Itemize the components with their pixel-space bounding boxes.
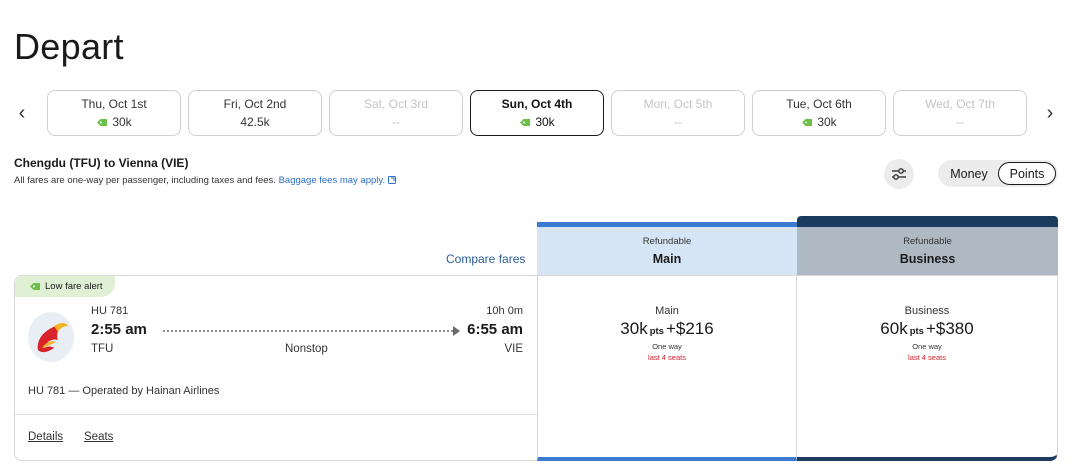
date-card-oct-6[interactable]: Tue, Oct 6th 30k xyxy=(752,90,886,136)
date-price: -- xyxy=(956,115,964,129)
seats-left: last 4 seats xyxy=(648,353,686,362)
details-link[interactable]: Details xyxy=(28,431,63,443)
operated-by: HU 781 — Operated by Hainan Airlines xyxy=(28,385,220,397)
seats-link[interactable]: Seats xyxy=(84,431,113,443)
currency-toggle: Money Points xyxy=(938,160,1058,187)
route-note: All fares are one-way per passenger, inc… xyxy=(14,175,397,186)
fare-name: Business xyxy=(904,305,950,317)
price-tag-icon xyxy=(97,118,108,126)
date-label: Wed, Oct 7th xyxy=(925,97,995,111)
fare-oneway: One way xyxy=(912,342,942,351)
fare-name: Main xyxy=(655,305,679,317)
fare-points: 30k xyxy=(620,319,648,338)
sliders-icon xyxy=(892,168,906,180)
points-option[interactable]: Points xyxy=(998,162,1056,185)
divider xyxy=(15,414,537,415)
date-card-oct-1[interactable]: Thu, Oct 1st 30k xyxy=(47,90,181,136)
arrival-time: 6:55 am xyxy=(467,321,523,338)
date-label: Tue, Oct 6th xyxy=(786,97,852,111)
baggage-fees-link[interactable]: Baggage fees may apply. xyxy=(279,175,398,186)
date-card-oct-7: Wed, Oct 7th -- xyxy=(893,90,1027,136)
business-header-name: Business xyxy=(899,252,956,266)
date-card-oct-4[interactable]: Sun, Oct 4th 30k xyxy=(470,90,604,136)
money-option[interactable]: Money xyxy=(940,162,998,185)
departure-airport: TFU xyxy=(91,343,114,355)
date-label: Sun, Oct 4th xyxy=(501,97,573,111)
points-unit: pts xyxy=(649,326,664,337)
date-price: 30k xyxy=(112,115,132,129)
date-card-oct-5: Mon, Oct 5th -- xyxy=(611,90,745,136)
flight-duration: 10h 0m xyxy=(486,305,523,317)
plus-sign: + xyxy=(925,319,936,338)
date-price: -- xyxy=(392,115,400,129)
date-label: Mon, Oct 5th xyxy=(643,97,713,111)
fare-cash: $216 xyxy=(675,319,714,338)
fare-cash: $380 xyxy=(935,319,974,338)
date-label: Sat, Oct 3rd xyxy=(363,97,429,111)
price-tag-icon xyxy=(30,283,40,290)
main-column-header: Refundable Main xyxy=(537,222,797,275)
external-link-icon xyxy=(388,176,397,184)
low-fare-alert-badge: Low fare alert xyxy=(15,276,115,297)
main-header-name: Main xyxy=(652,252,682,266)
airline-logo xyxy=(28,312,74,362)
business-column-header: Refundable Business xyxy=(797,216,1058,275)
route-title: Chengdu (TFU) to Vienna (VIE) xyxy=(14,156,189,170)
flight-number: HU 781 xyxy=(91,305,129,317)
arrow-right-icon xyxy=(453,326,460,336)
stops-label: Nonstop xyxy=(285,343,328,355)
date-card-oct-3: Sat, Oct 3rd -- xyxy=(329,90,463,136)
fare-price: 60k pts + $380 xyxy=(880,319,973,339)
fare-note: All fares are one-way per passenger, inc… xyxy=(14,175,276,186)
date-price: 30k xyxy=(817,115,837,129)
seats-left: last 4 seats xyxy=(908,353,946,362)
date-price: 42.5k xyxy=(240,115,270,129)
fare-oneway: One way xyxy=(652,342,682,351)
points-unit: pts xyxy=(909,326,924,337)
date-label: Fri, Oct 2nd xyxy=(223,97,287,111)
prev-dates-button[interactable]: ‹ xyxy=(12,102,32,124)
date-strip: Thu, Oct 1st 30k Fri, Oct 2nd 42.5k Sat,… xyxy=(47,90,1027,136)
plus-sign: + xyxy=(665,319,676,338)
route-line xyxy=(163,330,453,332)
filter-button[interactable] xyxy=(884,159,914,189)
fare-price: 30k pts + $216 xyxy=(620,319,713,339)
flight-card: Low fare alert HU 781 10h 0m 2:55 am 6:5… xyxy=(14,275,537,461)
arrival-airport: VIE xyxy=(504,343,523,355)
next-dates-button[interactable]: › xyxy=(1040,102,1060,124)
date-card-oct-2[interactable]: Fri, Oct 2nd 42.5k xyxy=(188,90,322,136)
fare-points: 60k xyxy=(880,319,908,338)
business-fare-cell[interactable]: Business 60k pts + $380 One way last 4 s… xyxy=(797,275,1058,461)
price-tag-icon xyxy=(520,118,531,126)
hainan-airlines-logo-icon xyxy=(37,323,68,353)
date-price: 30k xyxy=(535,115,555,129)
page-title: Depart xyxy=(14,26,124,67)
date-price: -- xyxy=(674,115,682,129)
main-fare-cell[interactable]: Main 30k pts + $216 One way last 4 seats xyxy=(537,275,797,461)
main-header-sub: Refundable xyxy=(642,236,692,247)
departure-time: 2:55 am xyxy=(91,321,147,338)
compare-fares-link[interactable]: Compare fares xyxy=(446,252,525,266)
date-label: Thu, Oct 1st xyxy=(81,97,147,111)
business-header-sub: Refundable xyxy=(903,236,952,247)
alert-label: Low fare alert xyxy=(45,281,103,292)
price-tag-icon xyxy=(802,118,813,126)
